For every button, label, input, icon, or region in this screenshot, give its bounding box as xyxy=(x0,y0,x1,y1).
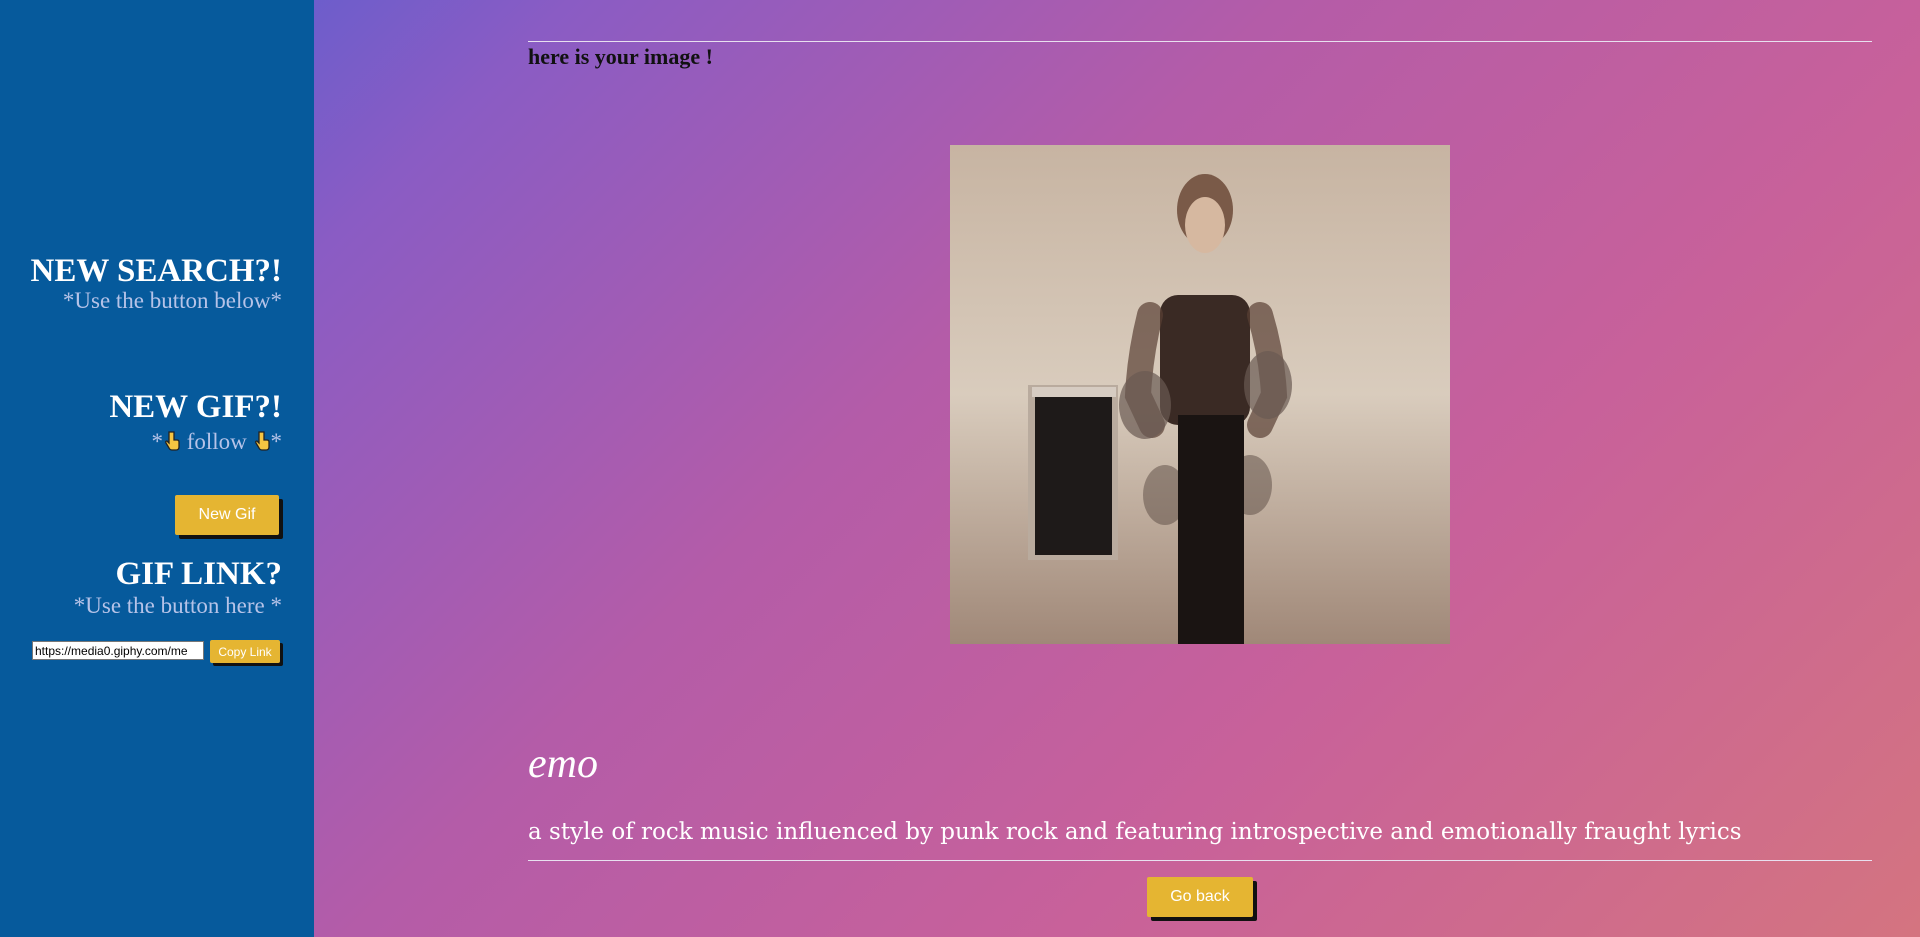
page-title: here is your image ! xyxy=(528,44,713,69)
gif-link-heading: GIF LINK? xyxy=(115,556,282,592)
new-search-hint: *Use the button below* xyxy=(62,288,282,313)
asterisk-right: * xyxy=(270,429,283,454)
gif-link-hint: *Use the button here * xyxy=(73,593,282,618)
asterisk-left: * xyxy=(151,429,163,454)
new-search-heading: NEW SEARCH?! xyxy=(30,253,282,289)
definition-text: a style of rock music influenced by punk… xyxy=(528,819,1742,845)
pointing-down-hand-icon xyxy=(164,431,180,451)
gif-image xyxy=(950,145,1450,644)
follow-text: follow xyxy=(180,429,253,454)
copy-link-button[interactable]: Copy Link xyxy=(210,640,280,663)
bottom-divider xyxy=(528,860,1872,861)
new-gif-button[interactable]: New Gif xyxy=(175,495,279,535)
gif-picture xyxy=(950,145,1450,644)
go-back-button[interactable]: Go back xyxy=(1147,877,1253,917)
sidebar: NEW SEARCH?! *Use the button below* NEW … xyxy=(0,0,314,937)
gif-link-input[interactable] xyxy=(32,641,204,660)
new-gif-heading: NEW GIF?! xyxy=(109,389,282,425)
pointing-down-hand-icon xyxy=(254,431,270,451)
top-divider xyxy=(528,41,1872,42)
new-gif-hint: * follow * xyxy=(151,428,282,456)
definition-word: emo xyxy=(528,741,598,787)
